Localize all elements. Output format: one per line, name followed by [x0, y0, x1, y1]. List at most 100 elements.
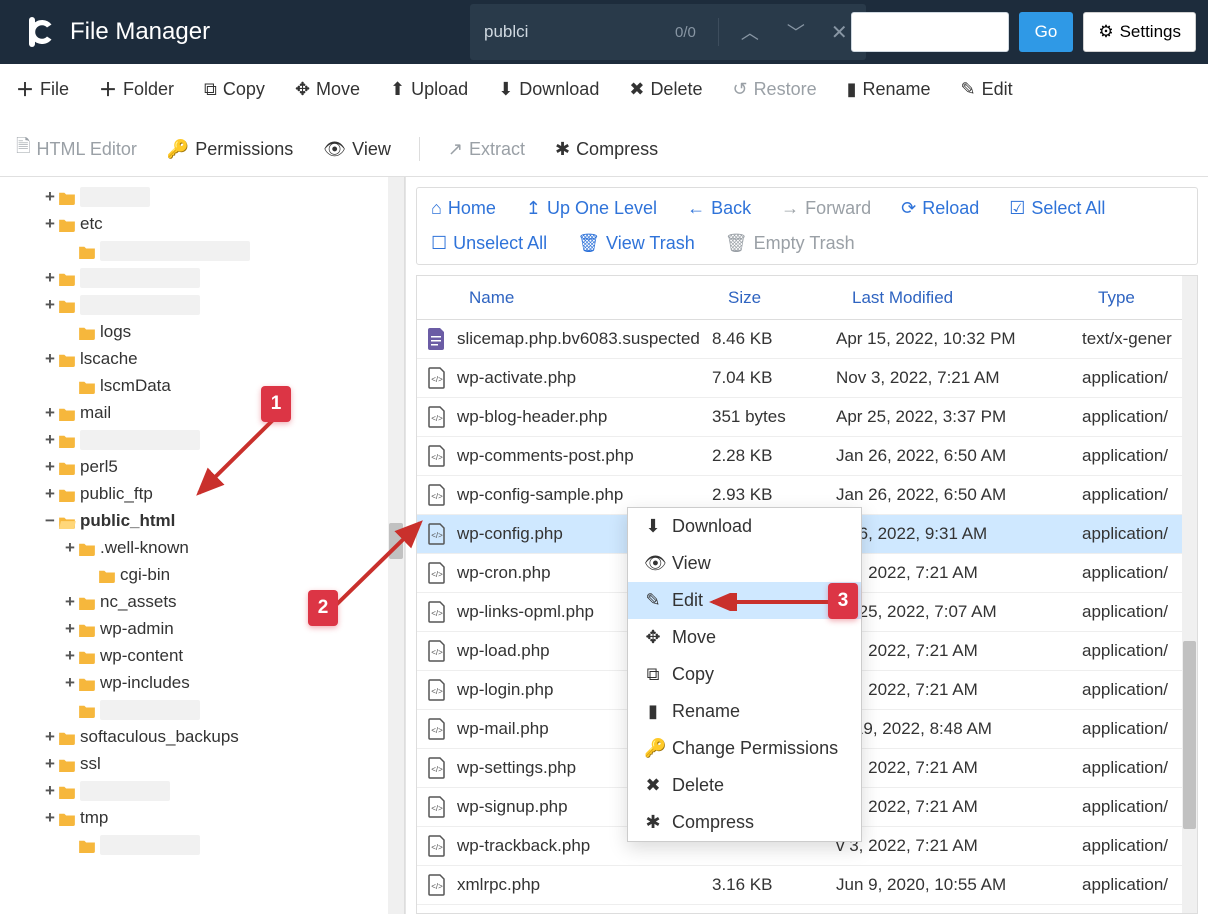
tree-toggle-icon[interactable]: +	[44, 781, 56, 801]
tree-toggle-icon[interactable]: +	[44, 727, 56, 747]
find-close-icon[interactable]: ✕	[827, 20, 852, 45]
reload-button[interactable]: ⟳Reload	[901, 198, 979, 219]
tree-toggle-icon[interactable]: +	[44, 430, 56, 450]
table-scrollbar[interactable]	[1182, 276, 1197, 913]
tree-toggle-icon[interactable]	[64, 376, 76, 396]
col-modified[interactable]: Last Modified	[836, 288, 1082, 308]
up-button[interactable]: ↥Up One Level	[526, 198, 657, 219]
col-name[interactable]: Name	[417, 288, 712, 308]
back-button[interactable]: ←Back	[687, 198, 751, 219]
download-button[interactable]: ⬇Download	[496, 73, 601, 106]
tree-item[interactable]: + softaculous_backups	[44, 723, 404, 750]
folder-button[interactable]: ＋Folder	[97, 70, 176, 108]
context-item-change-permissions[interactable]: 🔑Change Permissions	[628, 730, 861, 767]
settings-button[interactable]: ⚙ Settings	[1083, 12, 1196, 52]
select-all-button[interactable]: ☑Select All	[1009, 198, 1105, 219]
tree-toggle-icon[interactable]: +	[44, 268, 56, 288]
tree-toggle-icon[interactable]: +	[44, 808, 56, 828]
tree-toggle-icon[interactable]: −	[44, 511, 56, 531]
table-row[interactable]: </> xmlrpc.php 3.16 KB Jun 9, 2020, 10:5…	[417, 866, 1182, 905]
folder-icon	[58, 190, 76, 204]
tree-toggle-icon[interactable]	[64, 835, 76, 855]
tree-toggle-icon[interactable]	[64, 241, 76, 261]
ctx-icon: ✎	[644, 590, 662, 611]
table-row[interactable]: </> wp-comments-post.php 2.28 KB Jan 26,…	[417, 437, 1182, 476]
upload-button[interactable]: ⬆Upload	[388, 73, 470, 106]
svg-text:</>: </>	[431, 726, 443, 735]
tree-toggle-icon[interactable]	[64, 322, 76, 342]
col-size[interactable]: Size	[712, 288, 836, 308]
file-type: application/	[1082, 797, 1182, 817]
find-bar: publci 0/0 ︿ ﹀ ✕	[470, 0, 866, 64]
tree-toggle-icon[interactable]: +	[64, 673, 76, 693]
find-prev-icon[interactable]: ︿	[735, 19, 765, 45]
col-type[interactable]: Type	[1082, 288, 1197, 308]
unselect-all-button[interactable]: ☐Unselect All	[431, 233, 547, 254]
context-item-rename[interactable]: ▮Rename	[628, 693, 861, 730]
context-item-delete[interactable]: ✖Delete	[628, 767, 861, 804]
tree-item[interactable]: +	[44, 183, 404, 210]
tree-item[interactable]: + wp-admin	[44, 615, 404, 642]
table-header: Name Size Last Modified Type	[417, 276, 1197, 320]
context-item-download[interactable]: ⬇Download	[628, 508, 861, 545]
compress-icon: ✱	[555, 139, 570, 160]
folder-icon	[78, 649, 96, 663]
tree-toggle-icon[interactable]: +	[44, 214, 56, 234]
copy-button[interactable]: ⧉Copy	[202, 73, 267, 106]
file-size: 2.93 KB	[712, 485, 836, 505]
folder-icon	[78, 244, 96, 258]
tree-item[interactable]: + wp-includes	[44, 669, 404, 696]
tree-toggle-icon[interactable]: +	[44, 295, 56, 315]
table-row[interactable]: </> wp-blog-header.php 351 bytes Apr 25,…	[417, 398, 1182, 437]
tree-toggle-icon[interactable]: +	[44, 349, 56, 369]
tree-item[interactable]: + ssl	[44, 750, 404, 777]
tree-item[interactable]: + lscache	[44, 345, 404, 372]
tree-toggle-icon[interactable]	[64, 700, 76, 720]
context-item-copy[interactable]: ⧉Copy	[628, 656, 861, 693]
table-row[interactable]: slicemap.php.bv6083.suspected 8.46 KB Ap…	[417, 320, 1182, 359]
tree-toggle-icon[interactable]: +	[44, 754, 56, 774]
tree-item[interactable]: + etc	[44, 210, 404, 237]
tree-toggle-icon[interactable]: +	[44, 484, 56, 504]
tree-item[interactable]: logs	[44, 318, 404, 345]
check-icon: ☑	[1009, 198, 1025, 219]
tree-item[interactable]: +	[44, 291, 404, 318]
tree-item[interactable]: + wp-content	[44, 642, 404, 669]
plus-icon: ＋	[16, 76, 34, 102]
tree-item[interactable]: +	[44, 777, 404, 804]
tree-item[interactable]: lscmData	[44, 372, 404, 399]
home-button[interactable]: ⌂Home	[431, 198, 496, 219]
view-trash-button[interactable]: 🗑View Trash	[577, 233, 695, 254]
find-query[interactable]: publci	[484, 22, 659, 42]
tree-item[interactable]: + tmp	[44, 804, 404, 831]
tree-toggle-icon[interactable]: +	[44, 403, 56, 423]
delete-button[interactable]: ✖Delete	[627, 73, 704, 106]
tree-toggle-icon[interactable]	[84, 565, 96, 585]
tree-toggle-icon[interactable]: +	[64, 646, 76, 666]
tree-toggle-icon[interactable]: +	[64, 592, 76, 612]
context-item-compress[interactable]: ✱Compress	[628, 804, 861, 841]
svg-text:</>: </>	[431, 648, 443, 657]
compress-button[interactable]: ✱Compress	[553, 133, 660, 166]
edit-button[interactable]: ✎Edit	[959, 73, 1015, 106]
context-item-view[interactable]: 👁View	[628, 545, 861, 582]
move-button[interactable]: ✥Move	[293, 73, 362, 106]
tree-item[interactable]	[44, 696, 404, 723]
find-next-icon[interactable]: ﹀	[781, 19, 811, 45]
context-item-move[interactable]: ✥Move	[628, 619, 861, 656]
search-input[interactable]	[851, 12, 1009, 52]
rename-button[interactable]: ▮Rename	[845, 73, 933, 106]
tree-toggle-icon[interactable]: +	[64, 619, 76, 639]
permissions-button[interactable]: 🔑Permissions	[165, 133, 295, 166]
tree-item[interactable]: +	[44, 264, 404, 291]
svg-text:</>: </>	[431, 804, 443, 813]
tree-toggle-icon[interactable]: +	[44, 457, 56, 477]
view-button[interactable]: 👁View	[321, 133, 393, 166]
file-button[interactable]: ＋File	[14, 70, 71, 108]
tree-toggle-icon[interactable]: +	[44, 187, 56, 207]
go-button[interactable]: Go	[1019, 12, 1074, 52]
tree-toggle-icon[interactable]: +	[64, 538, 76, 558]
tree-item[interactable]	[44, 831, 404, 858]
tree-item[interactable]	[44, 237, 404, 264]
table-row[interactable]: </> wp-activate.php 7.04 KB Nov 3, 2022,…	[417, 359, 1182, 398]
